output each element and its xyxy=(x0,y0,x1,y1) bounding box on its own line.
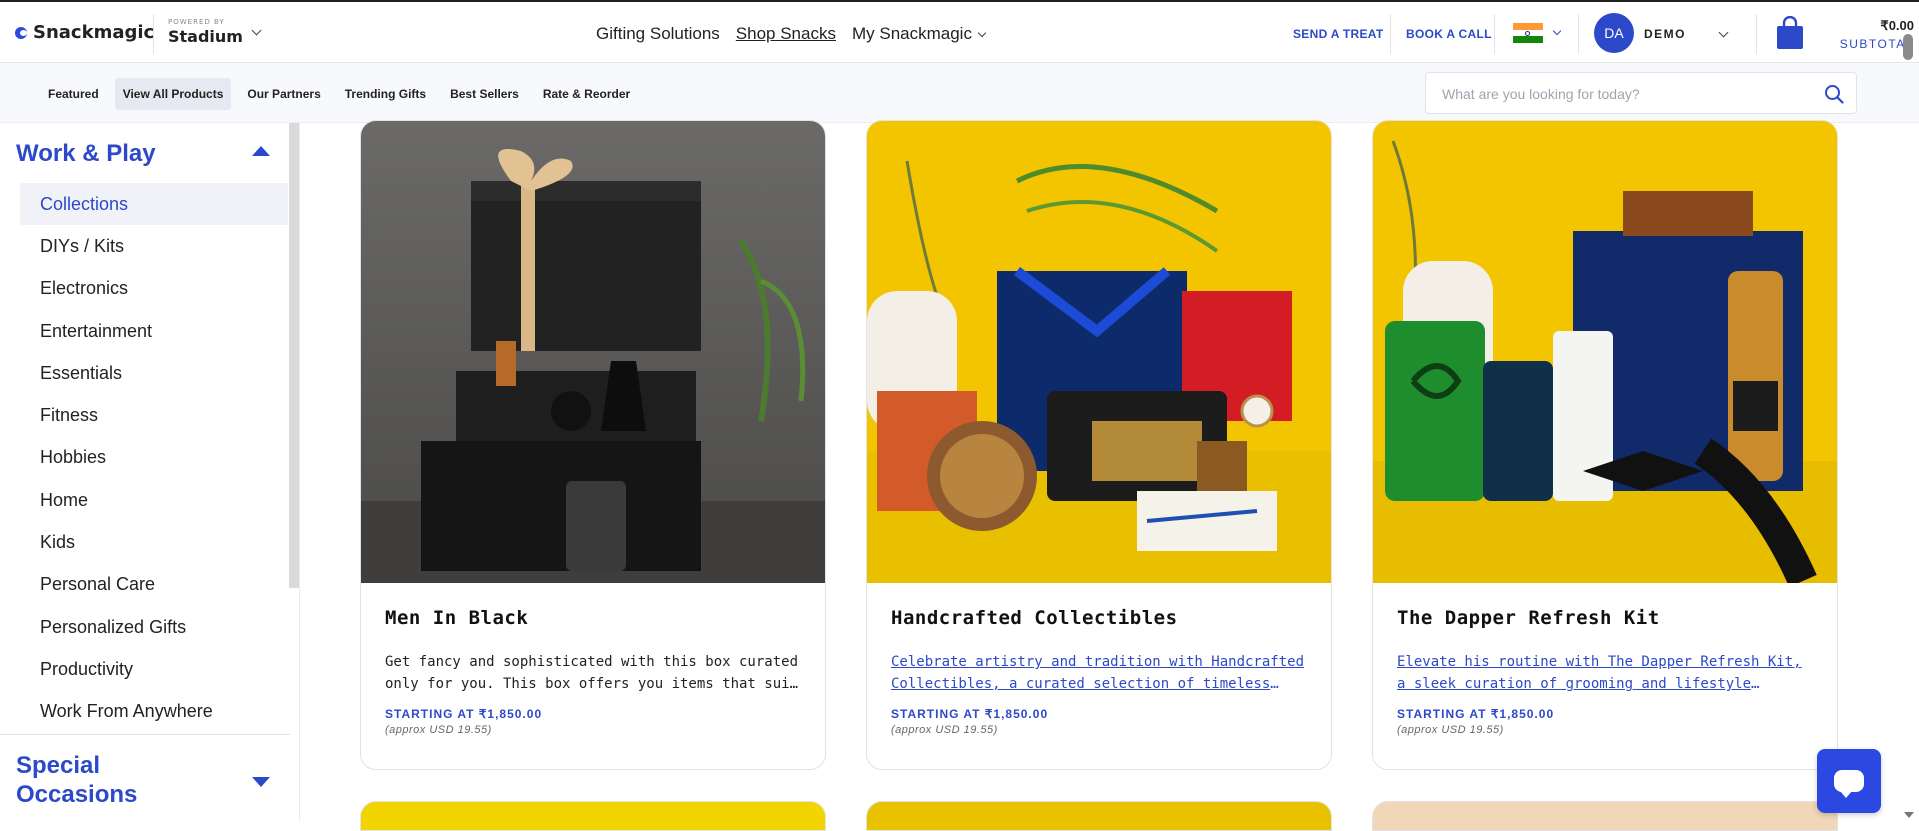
main-nav: Gifting Solutions Shop Snacks My Snackma… xyxy=(596,24,986,44)
product-description: Get fancy and sophisticated with this bo… xyxy=(385,654,799,692)
category-collections[interactable]: Collections xyxy=(20,183,288,226)
subnav-view-all-products[interactable]: View All Products xyxy=(114,78,232,110)
product-price-approx: (approx USD 19.55) xyxy=(385,724,492,736)
product-price-approx: (approx USD 19.55) xyxy=(891,724,998,736)
chat-button[interactable] xyxy=(1817,749,1881,813)
category-hobbies[interactable]: Hobbies xyxy=(20,437,288,479)
product-card[interactable]: Men In Black Get fancy and sophisticated… xyxy=(360,120,826,770)
section-special-occasions-line1: Special xyxy=(16,752,101,779)
product-description-link[interactable]: Celebrate artistry and tradition with Ha… xyxy=(891,651,1311,695)
divider xyxy=(153,14,154,54)
divider xyxy=(1756,14,1757,54)
section-work-play[interactable]: Work & Play xyxy=(16,139,156,168)
search-box xyxy=(1425,72,1857,114)
book-a-call-link[interactable]: BOOK A CALL xyxy=(1406,27,1492,41)
category-electronics[interactable]: Electronics xyxy=(20,268,288,310)
category-personal-care[interactable]: Personal Care xyxy=(20,564,288,606)
expand-triangle-icon[interactable] xyxy=(252,777,270,787)
chat-icon xyxy=(1834,770,1864,798)
product-image[interactable] xyxy=(867,121,1331,583)
category-sidebar: Work & Play Collections DIYs / Kits Elec… xyxy=(0,123,300,821)
product-price: STARTING AT ₹1,850.00 xyxy=(385,707,543,721)
collapse-triangle-icon[interactable] xyxy=(252,146,270,156)
category-personalized-gifts[interactable]: Personalized Gifts xyxy=(20,606,288,648)
cart-amount: ₹0.00 xyxy=(1880,18,1914,33)
category-diys-kits[interactable]: DIYs / Kits xyxy=(20,225,288,267)
product-photo-yellow-grooming xyxy=(1373,121,1837,583)
search-icon[interactable] xyxy=(1824,84,1844,104)
sub-nav-items: Featured View All Products Our Partners … xyxy=(40,78,638,110)
subnav-best-sellers[interactable]: Best Sellers xyxy=(442,78,527,110)
user-name[interactable]: DEMO xyxy=(1644,27,1686,41)
scroll-down-arrow-icon[interactable] xyxy=(1904,812,1914,818)
search-input[interactable] xyxy=(1442,83,1822,105)
chevron-down-icon[interactable] xyxy=(251,25,262,36)
subnav-our-partners[interactable]: Our Partners xyxy=(239,78,328,110)
product-price: STARTING AT ₹1,850.00 xyxy=(891,707,1049,721)
brand-name: Snackmagic xyxy=(33,22,155,43)
product-description-link[interactable]: Elevate his routine with The Dapper Refr… xyxy=(1397,651,1817,695)
chevron-down-icon[interactable] xyxy=(1552,26,1562,36)
section-special-occasions[interactable]: Special Occasions xyxy=(16,751,137,809)
nav-my-snackmagic[interactable]: My Snackmagic xyxy=(851,24,986,44)
category-entertainment[interactable]: Entertainment xyxy=(20,310,288,352)
chevron-down-icon xyxy=(977,28,986,38)
product-photo-yellow-collectibles xyxy=(867,121,1331,583)
category-fitness[interactable]: Fitness xyxy=(20,394,288,436)
category-list: Collections DIYs / Kits Electronics Ente… xyxy=(20,183,288,733)
stadium-switcher[interactable]: POWERED BY Stadium xyxy=(168,18,243,46)
product-price: STARTING AT ₹1,850.00 xyxy=(1397,707,1555,721)
nav-shop-snacks[interactable]: Shop Snacks xyxy=(736,24,836,44)
product-title[interactable]: Men In Black xyxy=(385,607,805,629)
category-productivity[interactable]: Productivity xyxy=(20,648,288,690)
product-card[interactable]: The Dapper Refresh Kit Elevate his routi… xyxy=(1372,120,1838,770)
user-avatar[interactable]: DA xyxy=(1594,13,1634,53)
divider xyxy=(0,734,290,735)
product-card-peek[interactable] xyxy=(866,801,1332,831)
subnav-rate-reorder[interactable]: Rate & Reorder xyxy=(535,78,638,110)
nav-gifting-solutions[interactable]: Gifting Solutions xyxy=(596,24,720,44)
divider xyxy=(1390,14,1391,54)
powered-by-label: POWERED BY xyxy=(168,18,225,26)
sub-nav: Featured View All Products Our Partners … xyxy=(0,63,1919,123)
product-info: The Dapper Refresh Kit Elevate his routi… xyxy=(1397,607,1817,736)
product-price-approx: (approx USD 19.55) xyxy=(1397,724,1504,736)
subnav-trending-gifts[interactable]: Trending Gifts xyxy=(337,78,434,110)
category-essentials[interactable]: Essentials xyxy=(20,352,288,394)
shopping-bag-icon[interactable] xyxy=(1776,16,1804,50)
product-image[interactable] xyxy=(361,121,825,583)
chevron-down-icon[interactable] xyxy=(1718,27,1729,38)
cart-subtotal-label: SUBTOTAL xyxy=(1839,37,1914,51)
category-home[interactable]: Home xyxy=(20,479,288,521)
divider xyxy=(1494,14,1495,54)
india-flag-icon[interactable] xyxy=(1513,23,1543,43)
section-special-occasions-line2: Occasions xyxy=(16,781,138,808)
cart-subtotal[interactable]: ₹0.00 SUBTOTAL xyxy=(1814,18,1914,51)
snackmagic-logo[interactable]: Snackmagic xyxy=(15,22,154,43)
stadium-logo-text: Stadium xyxy=(168,27,243,46)
product-title[interactable]: Handcrafted Collectibles xyxy=(891,607,1311,629)
sidebar-scrollbar[interactable] xyxy=(289,123,299,588)
product-info: Men In Black Get fancy and sophisticated… xyxy=(385,607,805,736)
category-kids[interactable]: Kids xyxy=(20,521,288,563)
send-a-treat-link[interactable]: SEND A TREAT xyxy=(1293,27,1384,41)
page-scrollbar-thumb[interactable] xyxy=(1903,34,1913,60)
nav-my-snackmagic-label: My Snackmagic xyxy=(851,24,972,43)
category-work-from-anywhere[interactable]: Work From Anywhere xyxy=(20,691,288,733)
subnav-featured[interactable]: Featured xyxy=(40,78,107,110)
product-photo-dark-gift-box xyxy=(361,121,825,583)
product-image[interactable] xyxy=(1373,121,1837,583)
product-card[interactable]: Handcrafted Collectibles Celebrate artis… xyxy=(866,120,1332,770)
top-header: Snackmagic POWERED BY Stadium Gifting So… xyxy=(0,0,1919,63)
product-card-peek[interactable] xyxy=(360,801,826,831)
product-title[interactable]: The Dapper Refresh Kit xyxy=(1397,607,1817,629)
product-card-peek[interactable] xyxy=(1372,801,1838,831)
divider xyxy=(1578,14,1579,54)
product-info: Handcrafted Collectibles Celebrate artis… xyxy=(891,607,1311,736)
snackmagic-logo-icon xyxy=(15,26,27,39)
